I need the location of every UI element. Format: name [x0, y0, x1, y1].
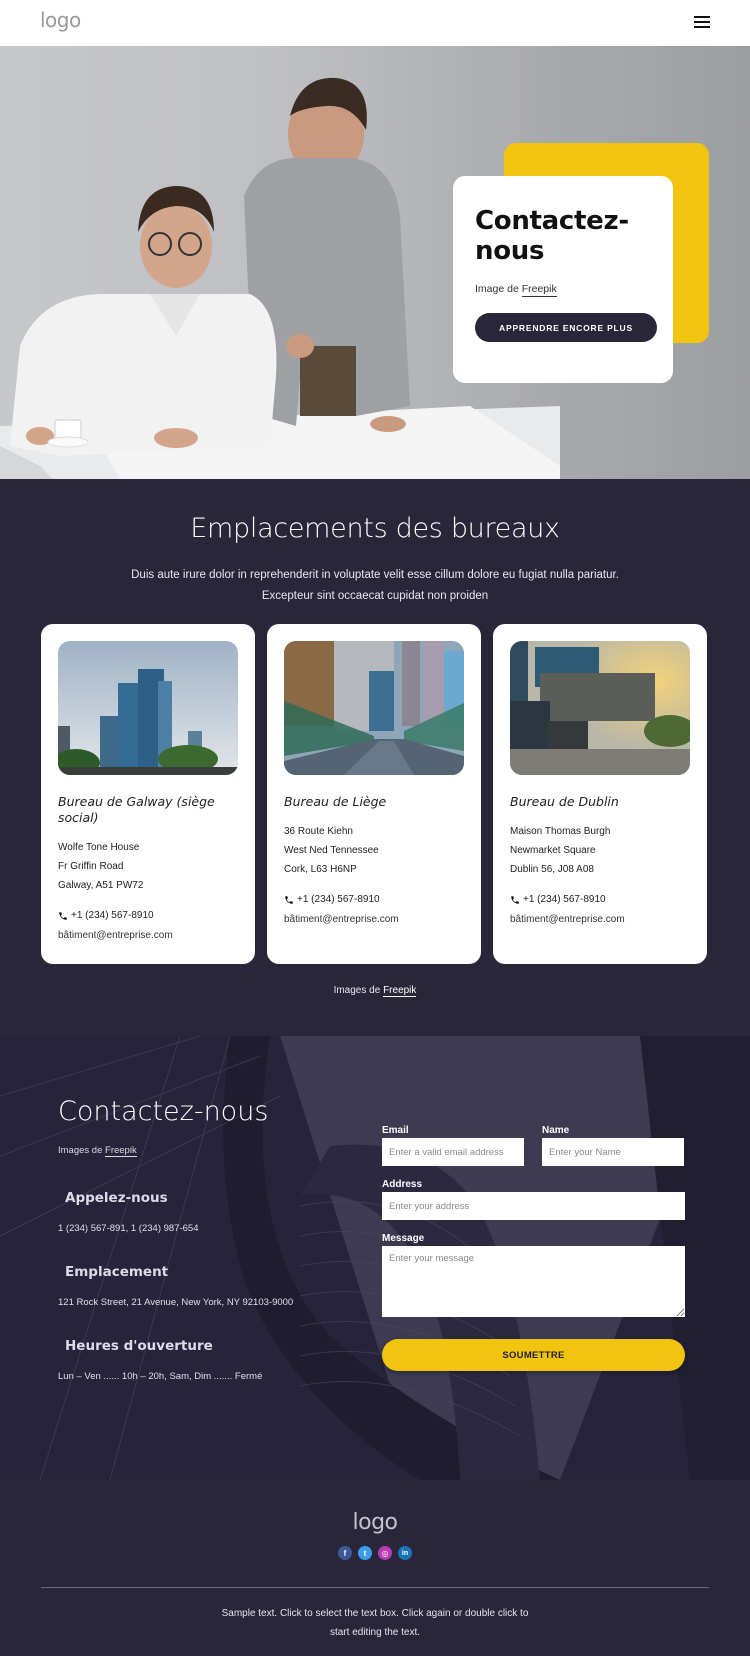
address-line: Dublin 56, J08 A08	[510, 864, 594, 875]
lead-line: Excepteur sint occaecat cupidat non proi…	[261, 590, 489, 602]
address-line: Galway, A51 PW72	[58, 880, 144, 891]
email-label: Email	[382, 1125, 409, 1136]
office-phone[interactable]: +1 (234) 567-8910	[284, 894, 464, 905]
office-name: Bureau de Galway (siège social)	[58, 794, 215, 825]
offices-lead: Duis aute irure dolor in reprehenderit i…	[41, 565, 709, 607]
location-heading: Emplacement	[65, 1264, 169, 1280]
office-photo-galway	[58, 641, 238, 775]
address-line: Cork, L63 H6NP	[284, 864, 357, 875]
learn-more-button[interactable]: APPRENDRE ENCORE PLUS	[475, 313, 657, 342]
footer-sample-text: Sample text. Click to select the text bo…	[0, 1604, 750, 1642]
contact-form: Email Name Address Message SOUMETTRE	[382, 1125, 685, 1371]
office-email[interactable]: bâtiment@entreprise.com	[284, 914, 464, 925]
phone-number: +1 (234) 567-8910	[71, 910, 154, 921]
facebook-icon[interactable]: f	[338, 1546, 352, 1560]
footer-divider	[41, 1587, 709, 1588]
site-header: logo	[0, 0, 750, 46]
hours-text: Lun – Ven ...... 10h – 20h, Sam, Dim ...…	[58, 1371, 263, 1382]
freepik-link[interactable]: Freepik	[383, 985, 417, 997]
office-card-liege: Bureau de Liège 36 Route Kiehn West Ned …	[267, 624, 481, 964]
phone-icon	[511, 895, 519, 904]
phone-icon	[59, 911, 67, 920]
menu-bar	[694, 26, 710, 28]
office-phone[interactable]: +1 (234) 567-8910	[58, 910, 238, 921]
hero-section: Contactez-nous Image de Freepik APPRENDR…	[0, 46, 750, 479]
sample-line: start editing the text.	[329, 1627, 421, 1638]
office-email[interactable]: bâtiment@entreprise.com	[58, 930, 238, 941]
address-line: West Ned Tennessee	[284, 845, 379, 856]
credit-prefix: Image de	[475, 283, 519, 295]
freepik-link[interactable]: Freepik	[521, 283, 557, 297]
address-field[interactable]	[382, 1192, 685, 1220]
office-photo-dublin	[510, 641, 690, 775]
phone-icon	[285, 895, 293, 904]
office-cards: Bureau de Galway (siège social) Wolfe To…	[41, 624, 709, 964]
office-name: Bureau de Dublin	[510, 794, 619, 809]
lead-line: Duis aute irure dolor in reprehenderit i…	[131, 569, 619, 581]
contact-section: Contactez-nous Images de Freepik Appelez…	[0, 1036, 750, 1480]
social-links: f t ◎ in	[0, 1546, 750, 1560]
name-field[interactable]	[542, 1138, 684, 1166]
call-text: 1 (234) 567-891, 1 (234) 987-654	[58, 1223, 199, 1234]
submit-button[interactable]: SOUMETTRE	[382, 1339, 685, 1371]
phone-number: +1 (234) 567-8910	[523, 894, 606, 905]
address-line: Newmarket Square	[510, 845, 596, 856]
email-field[interactable]	[382, 1138, 524, 1166]
instagram-icon[interactable]: ◎	[378, 1546, 392, 1560]
address-line: Maison Thomas Burgh	[510, 826, 611, 837]
address-label: Address	[382, 1179, 423, 1190]
contact-info: Contactez-nous Images de Freepik Appelez…	[58, 1096, 298, 1386]
footer-logo[interactable]: logo	[0, 1480, 750, 1535]
phone-number: +1 (234) 567-8910	[297, 894, 380, 905]
hours-heading: Heures d'ouverture	[65, 1338, 213, 1354]
sample-line: Sample text. Click to select the text bo…	[221, 1608, 529, 1619]
logo[interactable]: logo	[40, 8, 81, 32]
offices-title: Emplacements des bureaux	[190, 513, 560, 544]
message-label: Message	[382, 1233, 425, 1244]
call-heading: Appelez-nous	[65, 1190, 168, 1206]
office-address: Maison Thomas Burgh Newmarket Square Dub…	[510, 822, 690, 879]
credit-prefix: Images de	[58, 1145, 103, 1156]
freepik-link[interactable]: Freepik	[105, 1145, 137, 1157]
office-card-galway: Bureau de Galway (siège social) Wolfe To…	[41, 624, 255, 964]
office-address: Wolfe Tone House Fr Griffin Road Galway,…	[58, 838, 238, 895]
hamburger-menu-icon[interactable]	[694, 15, 710, 29]
credit-prefix: Images de	[333, 985, 381, 996]
office-card-dublin: Bureau de Dublin Maison Thomas Burgh New…	[493, 624, 707, 964]
offices-section: Emplacements des bureaux Duis aute irure…	[0, 479, 750, 1036]
office-phone[interactable]: +1 (234) 567-8910	[510, 894, 690, 905]
office-address: 36 Route Kiehn West Ned Tennessee Cork, …	[284, 822, 464, 879]
offices-image-credit: Images de Freepik	[41, 985, 709, 997]
twitter-icon[interactable]: t	[358, 1546, 372, 1560]
linkedin-icon[interactable]: in	[398, 1546, 412, 1560]
location-text: 121 Rock Street, 21 Avenue, New York, NY…	[58, 1297, 294, 1308]
hero-title: Contactez-nous	[475, 206, 629, 266]
office-email[interactable]: bâtiment@entreprise.com	[510, 914, 690, 925]
site-footer: logo f t ◎ in Sample text. Click to sele…	[0, 1480, 750, 1656]
address-line: Wolfe Tone House	[58, 842, 140, 853]
menu-bar	[694, 16, 710, 18]
hero-image-credit: Image de Freepik	[475, 283, 651, 297]
office-photo-liege	[284, 641, 464, 775]
contact-title: Contactez-nous	[58, 1096, 269, 1127]
hero-card: Contactez-nous Image de Freepik APPRENDR…	[453, 176, 673, 383]
address-line: 36 Route Kiehn	[284, 826, 353, 837]
address-line: Fr Griffin Road	[58, 861, 124, 872]
message-field[interactable]	[382, 1246, 685, 1317]
name-label: Name	[542, 1125, 570, 1136]
office-name: Bureau de Liège	[284, 794, 387, 809]
menu-bar	[694, 21, 710, 23]
contact-image-credit: Images de Freepik	[58, 1145, 298, 1157]
